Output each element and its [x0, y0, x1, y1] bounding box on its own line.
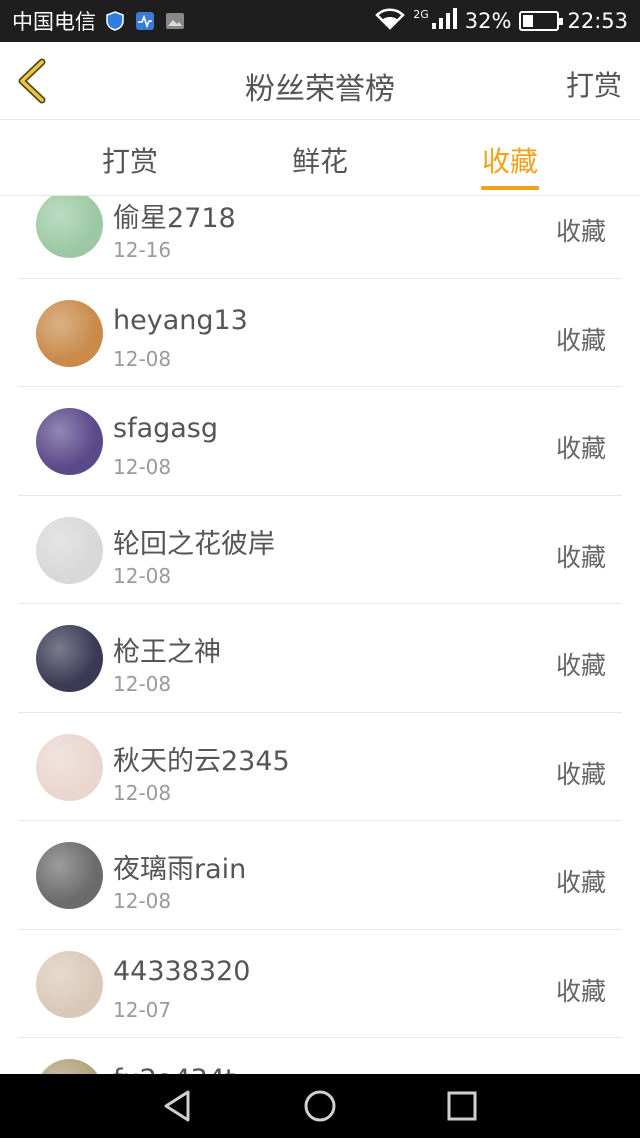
action-type-label: 收藏 — [555, 976, 606, 1006]
action-type-label: 收藏 — [555, 542, 606, 572]
health-app-icon — [134, 10, 156, 32]
status-bar: 中国电信 2G 32% 22:53 — [0, 0, 640, 42]
list-item[interactable]: 枪王之神 12-08 收藏 — [18, 604, 622, 713]
user-name: 轮回之花彼岸 — [113, 528, 275, 560]
user-name: 44338320 — [113, 955, 251, 987]
wifi-icon — [375, 8, 406, 35]
list-item[interactable]: 44338320 12-07 收藏 — [18, 930, 622, 1038]
gallery-icon — [164, 10, 186, 32]
battery-icon — [519, 11, 564, 31]
favorite-date: 12-16 — [113, 238, 172, 262]
nav-recents-button[interactable] — [444, 1088, 480, 1124]
avatar[interactable] — [36, 950, 103, 1018]
list-item[interactable]: 夜璃雨rain 12-08 收藏 — [18, 821, 622, 930]
action-type-label: 收藏 — [555, 325, 606, 355]
favorite-date: 12-08 — [113, 780, 172, 805]
carrier-label: 中国电信 — [12, 10, 96, 34]
avatar[interactable] — [36, 196, 103, 258]
user-name: heyang13 — [113, 304, 248, 336]
list-item[interactable]: 偷星2718 12-16 收藏 — [18, 196, 622, 279]
avatar[interactable] — [36, 1059, 103, 1074]
clock: 22:53 — [567, 9, 628, 33]
user-name: 偷星2718 — [113, 203, 236, 234]
favorite-date: 12-08 — [113, 455, 172, 479]
title-bar: 粉丝荣誉榜 打赏 — [0, 42, 640, 120]
favorite-date: 12-08 — [113, 346, 172, 371]
avatar[interactable] — [36, 842, 103, 909]
page-title: 粉丝荣誉榜 — [245, 72, 395, 107]
action-type-label: 收藏 — [555, 217, 606, 246]
tab-bar: 打赏 鲜花 收藏 — [0, 120, 640, 196]
favorite-date: 12-08 — [113, 672, 172, 696]
avatar[interactable] — [36, 625, 103, 692]
user-name: fu2a434t — [113, 1064, 235, 1074]
favorite-date: 12-08 — [113, 563, 172, 588]
tab-reward[interactable]: 打赏 — [70, 140, 190, 180]
action-type-label: 收藏 — [555, 434, 606, 463]
battery-percent: 32% — [464, 9, 512, 33]
action-type-label: 收藏 — [555, 759, 606, 789]
system-nav-bar — [0, 1074, 640, 1138]
list-item[interactable]: sfagasg 12-08 收藏 — [18, 387, 622, 496]
square-recents-icon — [447, 1091, 477, 1121]
favorite-date: 12-07 — [113, 997, 172, 1022]
list-item[interactable]: 秋天的云2345 12-08 收藏 — [18, 713, 622, 821]
favorite-date: 12-08 — [113, 889, 172, 913]
action-type-label: 收藏 — [555, 868, 606, 897]
tab-flowers[interactable]: 鲜花 — [260, 140, 380, 180]
user-name: 夜璃雨rain — [113, 854, 247, 885]
active-tab-indicator — [481, 186, 539, 190]
list-item[interactable]: heyang13 12-08 收藏 — [18, 279, 622, 387]
action-type-label: 收藏 — [555, 651, 606, 680]
circle-home-icon — [304, 1090, 336, 1122]
avatar[interactable] — [36, 516, 103, 584]
shield-icon — [104, 10, 126, 32]
list-item[interactable]: 轮回之花彼岸 12-08 收藏 — [18, 496, 622, 604]
signal-icon — [431, 7, 457, 35]
network-type-label: 2G — [413, 7, 429, 21]
avatar[interactable] — [36, 733, 103, 801]
reward-button[interactable]: 打赏 — [566, 64, 622, 104]
nav-back-button[interactable] — [160, 1088, 196, 1124]
user-name: 秋天的云2345 — [113, 745, 290, 777]
avatar[interactable] — [36, 299, 103, 367]
list-item[interactable]: fu2a434t — [18, 1038, 622, 1074]
user-name: 枪王之神 — [113, 637, 221, 668]
fan-list[interactable]: 偷星2718 12-16 收藏 heyang13 12-08 收藏 sfagasg 12-08… — [0, 196, 640, 1074]
nav-home-button[interactable] — [302, 1088, 338, 1124]
tab-favorites[interactable]: 收藏 — [450, 140, 570, 180]
user-name: sfagasg — [113, 413, 219, 444]
avatar[interactable] — [36, 408, 103, 475]
triangle-back-icon — [164, 1090, 190, 1122]
